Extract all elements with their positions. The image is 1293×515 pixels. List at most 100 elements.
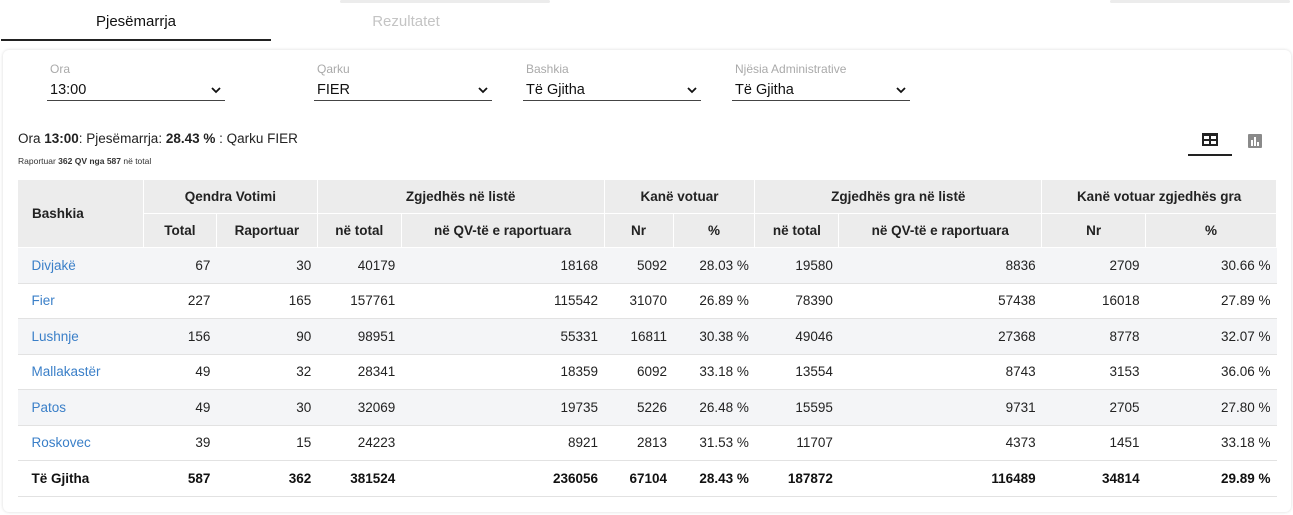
col-bashkia: Bashkia xyxy=(17,179,144,248)
chart-view-button[interactable] xyxy=(1233,125,1277,156)
table-cell: 30 xyxy=(216,247,318,284)
table-cell: 9731 xyxy=(838,389,1042,426)
main-card: Ora 13:00 Qarku FIER Bashkia Të Gjitha N… xyxy=(3,50,1291,512)
ora-select[interactable]: 13:00 xyxy=(47,79,225,101)
bashkia-link[interactable]: Lushnje xyxy=(32,329,79,344)
table-cell: 381524 xyxy=(317,460,402,497)
table-cell: 24223 xyxy=(317,425,402,461)
bashkia-cell: Patos xyxy=(17,389,144,426)
table-cell: 31.53 % xyxy=(673,425,755,461)
col-header: në total xyxy=(754,213,840,248)
table-cell: 32.07 % xyxy=(1145,318,1277,355)
table-cell: 55331 xyxy=(401,318,605,355)
table-cell: 8836 xyxy=(838,247,1042,284)
chevron-down-icon xyxy=(896,86,906,93)
table-cell: 28.43 % xyxy=(673,460,755,497)
qarku-select-value: FIER xyxy=(317,81,351,98)
table-cell: 28341 xyxy=(317,354,402,390)
bashkia-link[interactable]: Roskovec xyxy=(32,435,91,450)
table-cell: 49 xyxy=(143,354,217,390)
chevron-down-icon xyxy=(687,86,697,93)
table-cell: 227 xyxy=(143,283,217,319)
table-cell: 4373 xyxy=(838,425,1042,461)
summary-participation-value: 28.43 % xyxy=(165,131,216,146)
table-cell: 32 xyxy=(216,354,318,390)
table-cell: 30.38 % xyxy=(673,318,755,355)
summary-qarku: : Qarku FIER xyxy=(215,131,298,146)
table-total-row: Të Gjitha 587 362 381524 236056 67104 28.43 % 1… xyxy=(17,460,1277,497)
table-cell: 362 xyxy=(216,460,318,497)
table-cell: 3153 xyxy=(1041,354,1146,390)
qarku-select[interactable]: FIER xyxy=(314,79,492,101)
chevron-down-icon xyxy=(478,86,488,93)
table-cell: 67 xyxy=(143,247,217,284)
table-cell: 15595 xyxy=(754,389,839,426)
table-cell: 2813 xyxy=(604,425,673,461)
bashkia-cell: Roskovec xyxy=(17,425,144,461)
table-cell: 8778 xyxy=(1041,318,1146,355)
col-group-votuar: Kanë votuar xyxy=(603,179,756,214)
bashkia-select[interactable]: Të Gjitha xyxy=(523,79,701,101)
table-cell: 30 xyxy=(216,389,318,426)
table-cell: 26.48 % xyxy=(673,389,755,426)
table-cell: 36.06 % xyxy=(1145,354,1277,390)
table-cell: 2709 xyxy=(1041,247,1146,284)
col-header: në QV-të e raportuara xyxy=(838,213,1043,248)
table-cell: 6092 xyxy=(604,354,673,390)
table-cell: 27.89 % xyxy=(1145,283,1277,319)
reported-value: 362 QV nga 587 xyxy=(58,156,122,166)
table-cell: 33.18 % xyxy=(1145,425,1277,461)
col-group-zgjedhes: Zgjedhës në listë xyxy=(316,179,605,214)
summary-participation-prefix: : Pjesëmarrja: xyxy=(78,131,166,146)
table-cell: 587 xyxy=(143,460,217,497)
njesia-select[interactable]: Të Gjitha xyxy=(732,79,910,101)
table-cell: 165 xyxy=(216,283,318,319)
table-row: Roskovec 39 15 24223 8921 2813 31.53 % 11707 437… xyxy=(17,425,1277,461)
reported-suffix: në total xyxy=(121,156,152,166)
bashkia-cell: Të Gjitha xyxy=(17,460,144,497)
bashkia-cell: Fier xyxy=(17,283,144,319)
table-cell: 29.89 % xyxy=(1145,460,1277,497)
table-row: Mallakastër 49 32 28341 18359 6092 33.18 % 1355… xyxy=(17,354,1277,390)
table-cell: 90 xyxy=(216,318,318,355)
participation-summary: Ora 13:00: Pjesëmarrja: 28.43 % : Qarku … xyxy=(18,131,298,146)
table-cell: 18359 xyxy=(401,354,605,390)
table-cell: 8743 xyxy=(838,354,1042,390)
table-row: Patos 49 30 32069 19735 5226 26.48 % 15595 9731 2… xyxy=(17,389,1277,426)
participation-table: Bashkia Qendra Votimi Zgjedhës në listë … xyxy=(17,179,1277,497)
table-row: Lushnje 156 90 98951 55331 16811 30.38 % 49046 2… xyxy=(17,318,1277,355)
table-view-button[interactable] xyxy=(1188,125,1232,156)
table-row: Divjakë 67 30 40179 18168 5092 28.03 % 19580 883… xyxy=(17,247,1277,284)
table-cell: 98951 xyxy=(317,318,402,355)
total-label: Të Gjitha xyxy=(31,470,90,486)
col-group-gra: Zgjedhës gra në listë xyxy=(754,179,1043,214)
bashkia-link[interactable]: Patos xyxy=(32,400,67,415)
tab-rezultatet[interactable]: Rezultatet xyxy=(271,0,541,41)
table-cell: 156 xyxy=(143,318,217,355)
summary-ora-prefix: Ora xyxy=(18,131,45,146)
col-header: % xyxy=(672,213,756,248)
tab-pjesemarrja[interactable]: Pjesëmarrja xyxy=(1,0,271,41)
view-toggle xyxy=(1188,125,1278,156)
filter-ora-label: Ora xyxy=(50,62,71,76)
summary-ora-value: 13:00 xyxy=(44,131,79,146)
table-cell: 28.03 % xyxy=(673,247,755,284)
table-cell: 31070 xyxy=(604,283,673,319)
tab-bar: Pjesëmarrja Rezultatet xyxy=(0,0,1293,41)
bashkia-link[interactable]: Divjakë xyxy=(32,258,76,273)
bashkia-link[interactable]: Mallakastër xyxy=(32,364,101,379)
table-cell: 18168 xyxy=(401,247,605,284)
bashkia-link[interactable]: Fier xyxy=(32,293,55,308)
table-subheader-row: Total Raportuar në total në QV-të e rapo… xyxy=(18,213,1277,248)
table-cell: 116489 xyxy=(838,460,1042,497)
col-header: Nr xyxy=(1041,213,1147,248)
filter-njesia: Njësia Administrative Të Gjitha xyxy=(732,62,910,101)
table-cell: 1451 xyxy=(1041,425,1146,461)
table-cell: 115542 xyxy=(401,283,605,319)
filter-bashkia-label: Bashkia xyxy=(526,62,569,76)
table-body: Divjakë 67 30 40179 18168 5092 28.03 % 19580 883… xyxy=(17,247,1277,497)
table-cell: 26.89 % xyxy=(673,283,755,319)
col-header: në QV-të e raportuara xyxy=(400,213,605,248)
table-cell: 5226 xyxy=(604,389,673,426)
filter-qarku: Qarku FIER xyxy=(314,62,492,101)
